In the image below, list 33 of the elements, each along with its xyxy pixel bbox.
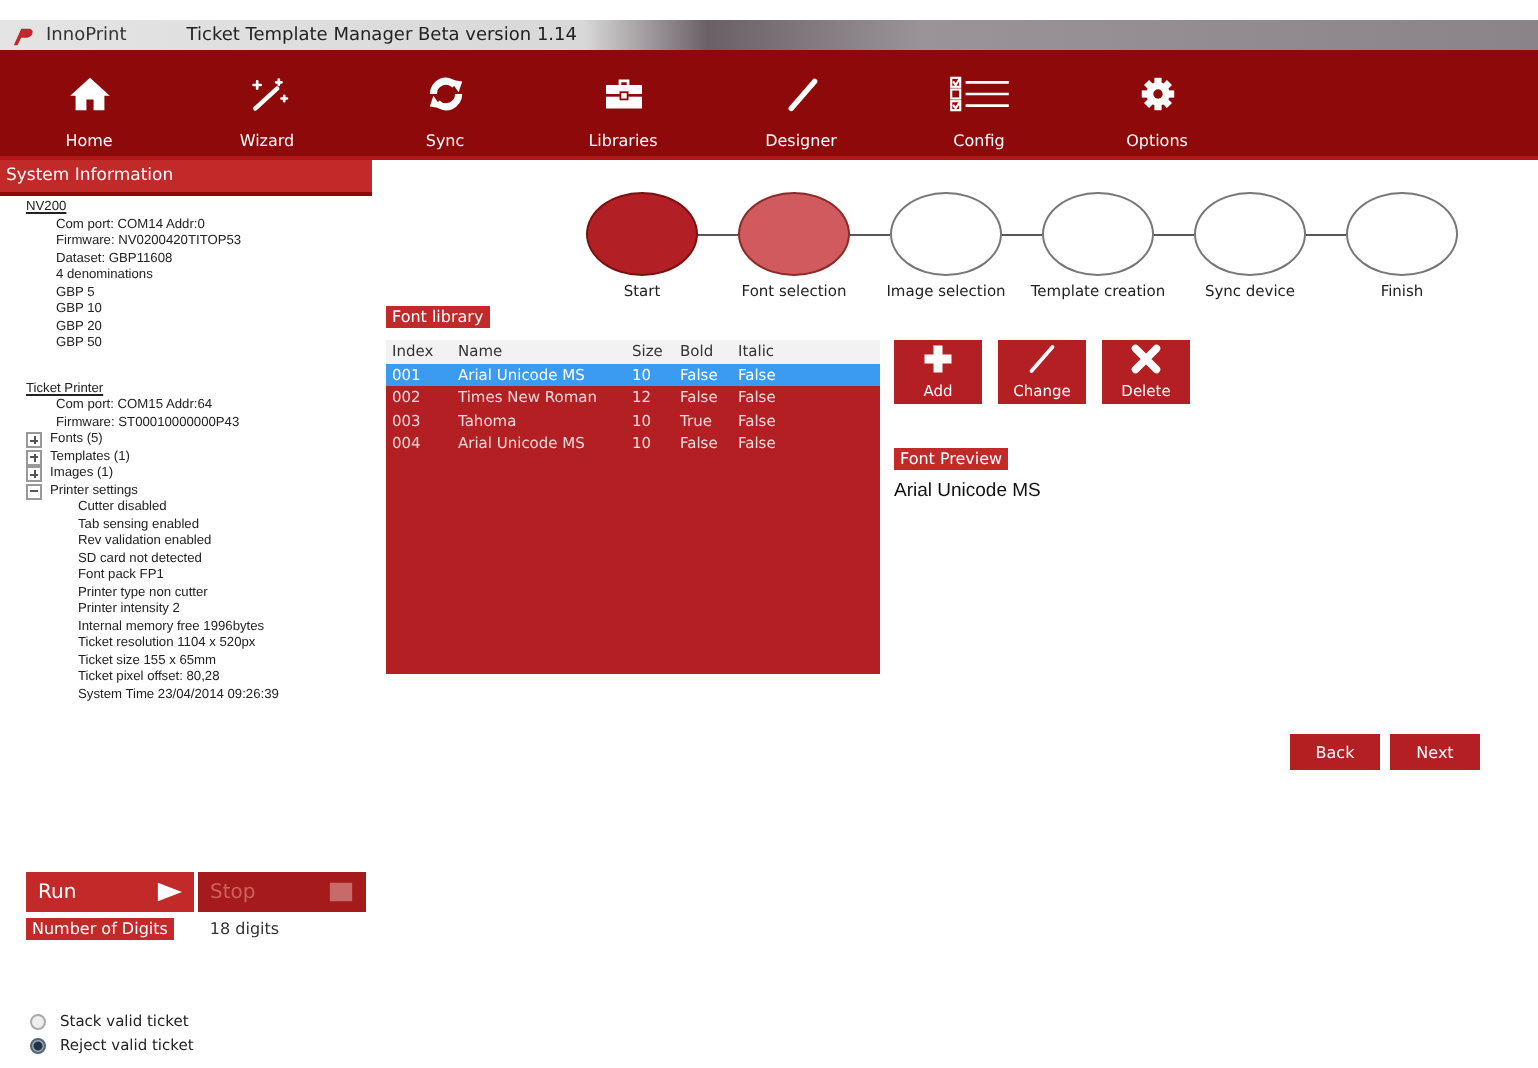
app-name: InnoPrint (46, 25, 127, 45)
run-button[interactable]: Run (26, 872, 194, 912)
toolbar-button[interactable]: Sync (356, 50, 534, 156)
pen-icon (1026, 344, 1058, 374)
radio-icon[interactable] (30, 1013, 46, 1029)
toolbar-button[interactable]: Home (0, 50, 178, 156)
expander-icon[interactable] (26, 466, 42, 483)
section-title: Font Preview (894, 448, 1009, 470)
section-title: Font library (386, 306, 490, 328)
play-icon (156, 882, 182, 902)
toolbar-button[interactable]: Wizard (178, 50, 356, 156)
panel-header: System Information (0, 160, 372, 196)
toolbar-button[interactable]: Libraries (534, 50, 712, 156)
expander-icon[interactable] (26, 449, 42, 466)
digits-label: Number of Digits (26, 918, 174, 940)
nav-button[interactable]: Next (1390, 734, 1480, 770)
window-title: Ticket Template Manager Beta version 1.14 (186, 25, 577, 45)
toolbar-button[interactable]: Designer (712, 50, 890, 156)
home-icon (67, 76, 111, 112)
expander-icon[interactable] (26, 432, 42, 449)
radio-icon[interactable] (30, 1037, 46, 1053)
toolbox-icon (601, 76, 645, 112)
close-icon (1130, 344, 1162, 374)
logo-icon (12, 25, 34, 45)
stop-icon (328, 882, 354, 902)
toolbar-button[interactable]: Options (1068, 50, 1246, 156)
plus-icon (922, 344, 954, 374)
toolbar-button[interactable]: Config (890, 50, 1068, 156)
nav-button[interactable]: Back (1290, 734, 1380, 770)
checklist-icon (947, 76, 1011, 112)
expander-icon[interactable] (26, 483, 42, 500)
font-preview-text: Arial Unicode MS (894, 480, 1043, 502)
digits-value: 18 digits (209, 920, 280, 938)
